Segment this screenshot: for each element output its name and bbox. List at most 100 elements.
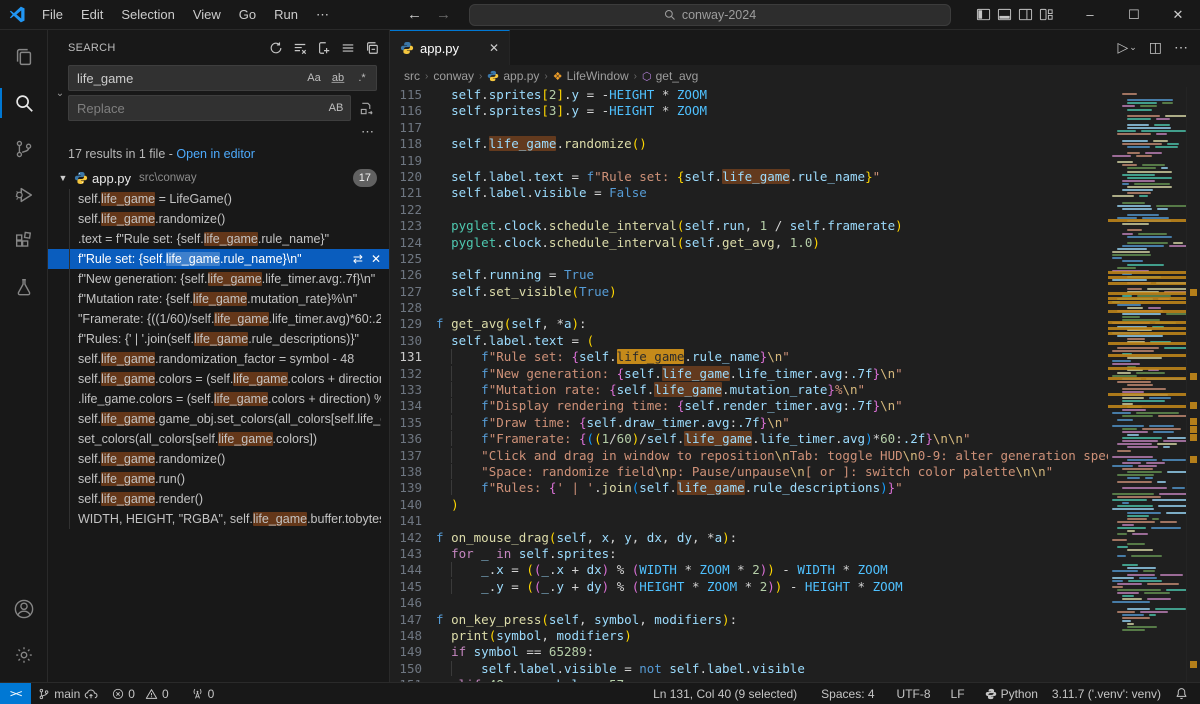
search-result-row[interactable]: f"Mutation rate: {self.life_game.mutatio…: [48, 289, 389, 309]
line-number: 127: [390, 284, 436, 300]
collapse-all-icon[interactable]: [365, 41, 379, 55]
maximize-button[interactable]: ☐: [1112, 0, 1156, 30]
encoding-item[interactable]: UTF-8: [890, 683, 938, 704]
breadcrumb-get-avg[interactable]: ⬡get_avg: [642, 69, 698, 83]
split-editor-icon[interactable]: ◫: [1149, 39, 1162, 56]
nav-back-icon[interactable]: ←: [407, 6, 422, 23]
menu-selection[interactable]: Selection: [113, 4, 182, 26]
git-branch-item[interactable]: main: [31, 683, 105, 704]
problems-item[interactable]: 0 0: [105, 683, 175, 704]
search-result-row[interactable]: self.life_game.randomize(): [48, 209, 389, 229]
match-highlight: life_game: [662, 366, 730, 381]
menu-go[interactable]: Go: [231, 4, 264, 26]
activity-extensions-icon[interactable]: [0, 218, 48, 264]
new-search-editor-icon[interactable]: [317, 41, 331, 55]
preserve-case-icon[interactable]: AB: [326, 98, 346, 118]
minimap-code-line: [1117, 419, 1133, 421]
settings-gear-icon[interactable]: [0, 632, 48, 678]
activity-source-control-icon[interactable]: [0, 126, 48, 172]
chevron-down-icon[interactable]: ▼: [56, 173, 70, 183]
file-row-app-py[interactable]: ▼ app.py src\conway 17: [48, 167, 389, 189]
search-result-row[interactable]: .life_game.colors = (self.life_game.colo…: [48, 389, 389, 409]
search-result-row[interactable]: f"Rules: {' | '.join(self.life_game.rule…: [48, 329, 389, 349]
toggle-replace-chevron[interactable]: ⌄: [52, 65, 68, 121]
run-python-file-icon[interactable]: ▷: [1117, 39, 1128, 56]
activity-testing-icon[interactable]: [0, 264, 48, 310]
breadcrumb-conway[interactable]: conway: [433, 69, 474, 83]
refresh-icon[interactable]: [269, 41, 283, 55]
search-field: Aa a̲b̲ .*: [68, 65, 377, 91]
eol-item[interactable]: LF: [944, 683, 972, 704]
overview-ruler[interactable]: [1186, 87, 1200, 682]
menu-view[interactable]: View: [185, 4, 229, 26]
whole-word-icon[interactable]: a̲b̲: [328, 68, 348, 88]
match-case-icon[interactable]: Aa: [304, 68, 324, 88]
activity-explorer-icon[interactable]: [0, 34, 48, 80]
search-result-row[interactable]: WIDTH, HEIGHT, "RGBA", self.life_game.bu…: [48, 509, 389, 529]
clear-search-results-icon[interactable]: [293, 41, 307, 55]
search-input[interactable]: [69, 71, 304, 86]
notifications-bell-icon[interactable]: [1168, 683, 1200, 704]
search-result-row[interactable]: set_colors(all_colors[self.life_game.col…: [48, 429, 389, 449]
replace-all-icon[interactable]: [355, 97, 377, 119]
command-center-search[interactable]: conway-2024: [469, 4, 951, 26]
editor-more-actions-icon[interactable]: ⋯: [1174, 39, 1188, 56]
menu-more[interactable]: ⋯: [308, 4, 337, 26]
search-result-row[interactable]: "Framerate: {((1/60)/self.life_game.life…: [48, 309, 389, 329]
minimap-code-line: [1112, 195, 1134, 197]
minimap-code-line: [1160, 521, 1178, 523]
tab-close-icon[interactable]: ✕: [489, 41, 499, 55]
breadcrumb-src[interactable]: src: [404, 69, 420, 83]
interpreter-item[interactable]: 3.11.7 ('.venv': venv): [1045, 683, 1168, 704]
search-result-row[interactable]: self.life_game.run(): [48, 469, 389, 489]
search-result-row[interactable]: f"Rule set: {self.life_game.rule_name}\n…: [48, 249, 389, 269]
replace-input[interactable]: [69, 101, 326, 116]
menu-run[interactable]: Run: [266, 4, 306, 26]
remote-indicator[interactable]: ><: [0, 683, 31, 704]
ruler-match-mark: [1190, 418, 1197, 425]
regex-icon[interactable]: .*: [352, 68, 372, 88]
search-result-row[interactable]: self.life_game.game_obj.set_colors(all_c…: [48, 409, 389, 429]
cursor-position-item[interactable]: Ln 131, Col 40 (9 selected): [646, 683, 804, 704]
indentation-item[interactable]: Spaces: 4: [814, 683, 881, 704]
nav-forward-icon[interactable]: →: [436, 6, 451, 23]
language-mode-item[interactable]: Python: [978, 683, 1045, 704]
breadcrumb-app-py[interactable]: app.py: [487, 69, 539, 83]
activity-search-icon[interactable]: [0, 80, 48, 126]
dismiss-match-icon[interactable]: ✕: [371, 252, 381, 266]
search-result-row[interactable]: self.life_game = LifeGame(): [48, 189, 389, 209]
open-in-editor-link[interactable]: Open in editor: [176, 147, 255, 161]
search-details-more[interactable]: ⋯: [361, 127, 375, 139]
minimap-code-line: [1117, 347, 1159, 349]
search-result-row[interactable]: self.life_game.render(): [48, 489, 389, 509]
tab-app-py[interactable]: app.py ✕: [390, 30, 510, 65]
code-line: 126 self.running = True: [390, 267, 1108, 283]
toggle-sidebar-icon[interactable]: [976, 7, 991, 22]
menu-file[interactable]: File: [34, 4, 71, 26]
activity-run-debug-icon[interactable]: [0, 172, 48, 218]
toggle-secondary-sidebar-icon[interactable]: [1018, 7, 1033, 22]
search-result-row[interactable]: .text = f"Rule set: {self.life_game.rule…: [48, 229, 389, 249]
title-bar: File Edit Selection View Go Run ⋯ ← → co…: [0, 0, 1200, 30]
view-as-list-icon[interactable]: [341, 41, 355, 55]
search-result-row[interactable]: self.life_game.colors = (self.life_game.…: [48, 369, 389, 389]
search-result-row[interactable]: f"New generation: {self.life_game.life_t…: [48, 269, 389, 289]
toggle-panel-icon[interactable]: [997, 7, 1012, 22]
match-highlight: life_game: [214, 392, 268, 406]
minimap-code-line: [1122, 397, 1144, 399]
close-button[interactable]: ✕: [1156, 0, 1200, 30]
breadcrumb-lifewindow[interactable]: ❖LifeWindow: [553, 69, 629, 83]
code-line: 139 f"Rules: {' | '.join(self.life_game.…: [390, 480, 1108, 496]
run-dropdown-icon[interactable]: ⌄: [1129, 42, 1137, 53]
replace-match-icon[interactable]: ⇄: [353, 252, 363, 266]
minimize-button[interactable]: –: [1068, 0, 1112, 30]
minimap-code-line: [1112, 425, 1144, 427]
code-editor[interactable]: 115 self.sprites[2].y = -HEIGHT * ZOOM11…: [390, 87, 1108, 682]
menu-edit[interactable]: Edit: [73, 4, 111, 26]
ports-item[interactable]: 0: [184, 683, 222, 704]
minimap[interactable]: [1108, 87, 1186, 682]
customize-layout-icon[interactable]: [1039, 7, 1054, 22]
search-result-row[interactable]: self.life_game.randomize(): [48, 449, 389, 469]
accounts-icon[interactable]: [0, 586, 48, 632]
search-result-row[interactable]: self.life_game.randomization_factor = sy…: [48, 349, 389, 369]
